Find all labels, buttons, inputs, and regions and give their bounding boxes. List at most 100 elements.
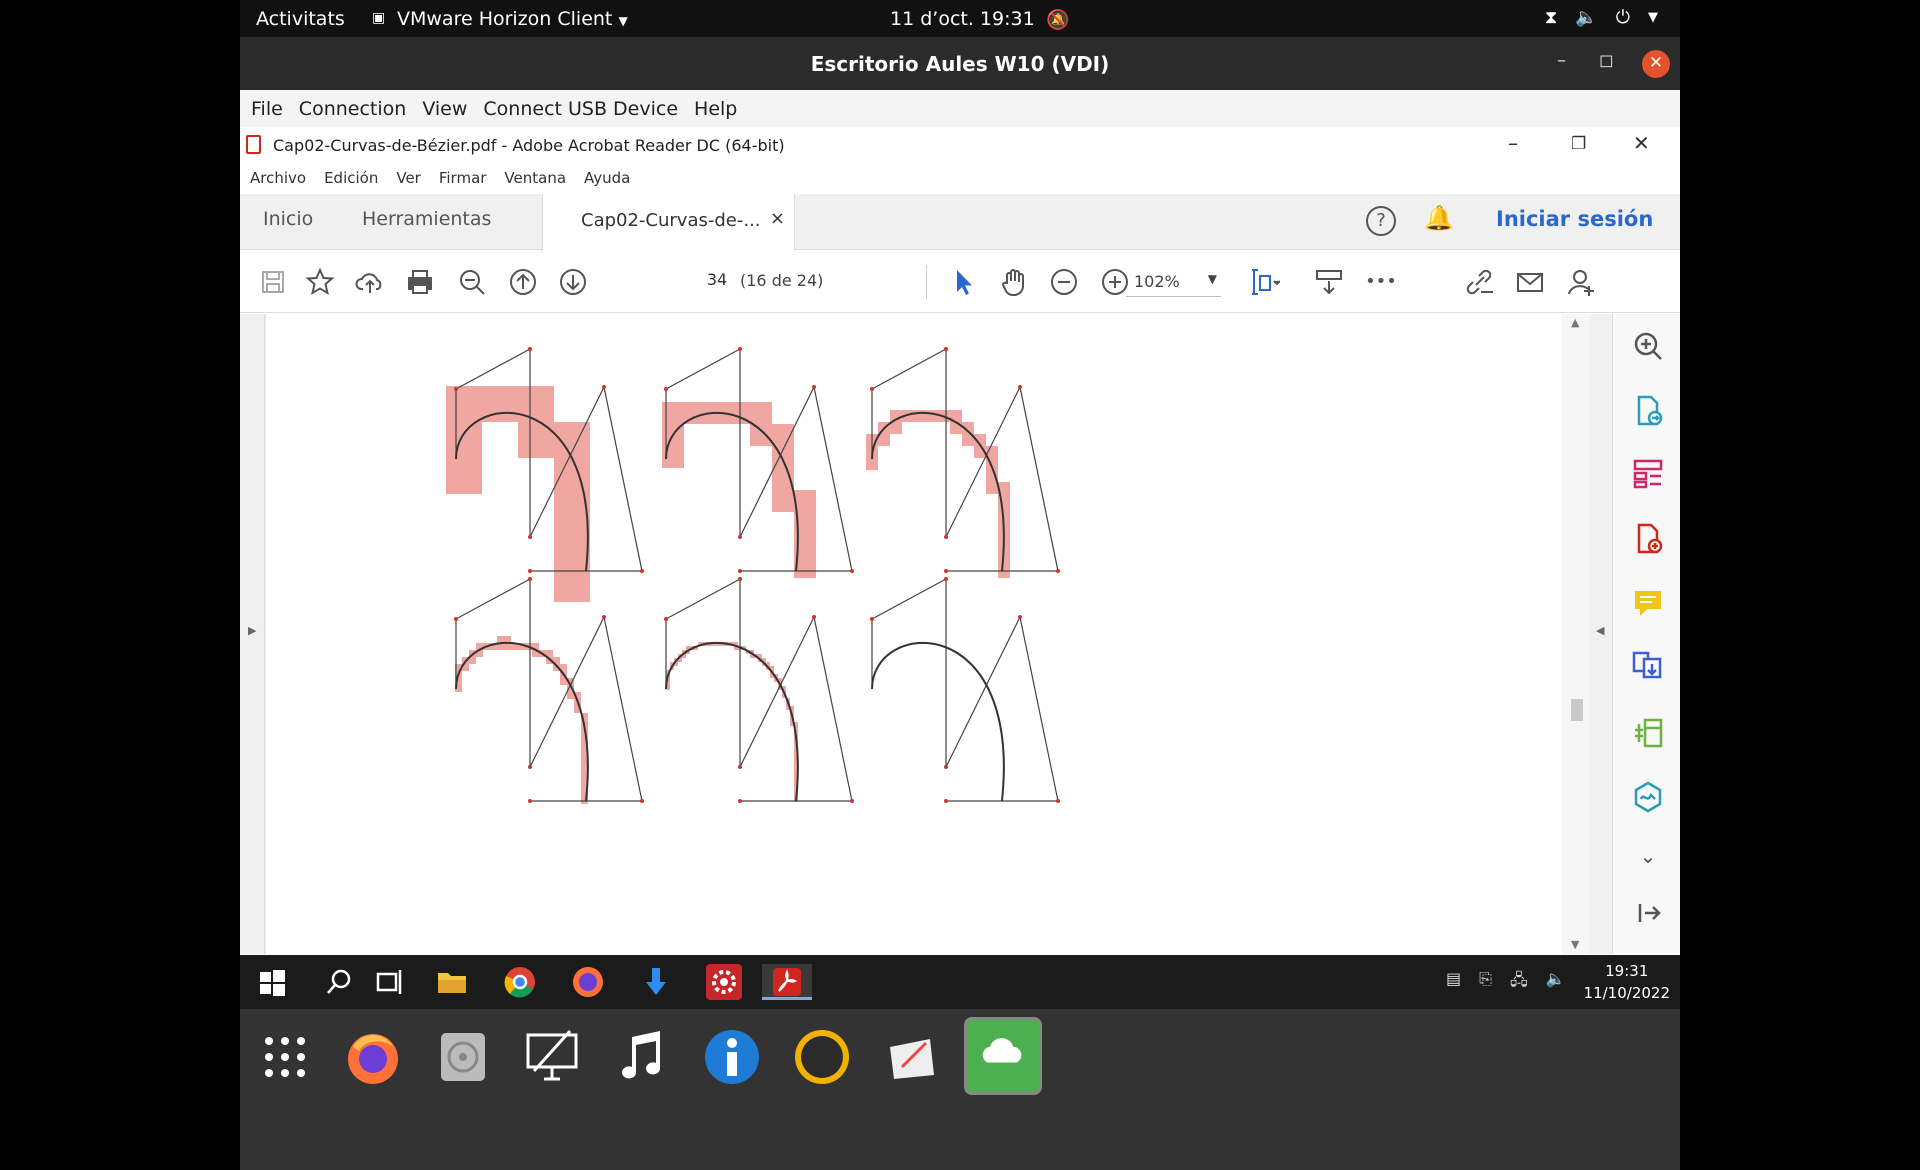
task-view-icon[interactable] xyxy=(372,964,408,1000)
menu-edicion[interactable]: Edición xyxy=(324,169,378,187)
close-icon[interactable]: ✕ xyxy=(1633,131,1650,155)
add-user-icon[interactable] xyxy=(1562,263,1600,301)
pdf-page[interactable] xyxy=(266,314,1562,954)
minimize-icon[interactable]: – xyxy=(1508,131,1518,155)
menu-archivo[interactable]: Archivo xyxy=(250,169,306,187)
gear-app-icon[interactable] xyxy=(706,964,742,1000)
menu-help[interactable]: Help xyxy=(694,98,737,120)
zoom-select[interactable]: 102% ▼ xyxy=(1126,267,1221,297)
control-point xyxy=(528,765,532,769)
create-pdf-icon[interactable] xyxy=(1631,522,1665,556)
bell-icon[interactable]: 🔔 xyxy=(1424,204,1454,232)
send-signature-icon[interactable] xyxy=(1631,780,1665,814)
windows-tray[interactable]: ▤ ⎘ 🖧 🔈 xyxy=(1446,969,1566,996)
left-panel-toggle[interactable]: ▶ xyxy=(240,314,265,954)
app-menu[interactable]: VMware Horizon Client ▼ xyxy=(397,8,628,30)
minimize-icon[interactable]: – xyxy=(1557,50,1566,71)
help-icon[interactable]: ? xyxy=(1366,206,1396,236)
zoom-tool-icon[interactable] xyxy=(1631,329,1665,363)
firefox-icon[interactable] xyxy=(570,964,606,1000)
vertical-scrollbar[interactable]: ▲ ▼ xyxy=(1562,314,1590,954)
restore-icon[interactable]: ❐ xyxy=(1571,134,1586,154)
bezier-panel xyxy=(662,347,854,578)
pixel-cell xyxy=(567,692,574,699)
chrome-icon[interactable] xyxy=(502,964,538,1000)
acrobat-titlebar[interactable]: Cap02-Curvas-de-Bézier.pdf - Adobe Acrob… xyxy=(240,127,1680,163)
maximize-icon[interactable]: ◻ xyxy=(1599,50,1614,71)
bezier-curve xyxy=(455,641,589,802)
email-icon[interactable] xyxy=(1511,263,1549,301)
vm-titlebar[interactable]: Escritorio Aules W10 (VDI) – ◻ ✕ xyxy=(240,37,1680,90)
share-link-icon[interactable] xyxy=(1460,263,1498,301)
bezier-figure xyxy=(446,347,1060,804)
cau-icon[interactable] xyxy=(792,1027,852,1087)
scroll-up-icon[interactable]: ▲ xyxy=(1571,316,1579,329)
menu-connect-usb[interactable]: Connect USB Device xyxy=(483,98,678,120)
info-icon[interactable] xyxy=(702,1027,762,1087)
menu-firmar[interactable]: Firmar xyxy=(439,169,487,187)
control-point xyxy=(602,615,606,619)
firefox-icon[interactable] xyxy=(343,1027,403,1087)
scroll-thumb[interactable] xyxy=(1571,699,1583,721)
collapse-panel-icon[interactable] xyxy=(1631,896,1665,930)
expand-right-icon: ▶ xyxy=(248,624,257,637)
app-grid-icon[interactable] xyxy=(255,1027,315,1087)
organize-pages-icon[interactable] xyxy=(1631,457,1665,491)
clock[interactable]: 11 d’oct. 19:31 xyxy=(890,8,1035,30)
music-icon[interactable] xyxy=(612,1027,672,1087)
pixel-cell xyxy=(750,402,772,424)
print-icon[interactable] xyxy=(401,263,439,301)
scroll-mode-icon[interactable] xyxy=(1310,263,1348,301)
tab-close-icon[interactable]: × xyxy=(770,208,785,229)
menu-view[interactable]: View xyxy=(422,98,467,120)
select-arrow-icon[interactable] xyxy=(944,263,982,301)
tab-herramientas[interactable]: Herramientas xyxy=(362,208,491,230)
sign-in-link[interactable]: Iniciar sesión xyxy=(1496,207,1653,231)
menu-ver[interactable]: Ver xyxy=(396,169,421,187)
control-point xyxy=(944,577,948,581)
windows-start-icon[interactable] xyxy=(254,964,290,1000)
zoom-out-icon[interactable] xyxy=(1045,263,1083,301)
file-explorer-icon[interactable] xyxy=(434,964,470,1000)
zoom-out-search-icon[interactable] xyxy=(453,263,491,301)
disk-icon[interactable] xyxy=(433,1027,493,1087)
acrobat-taskbar-icon[interactable] xyxy=(762,964,812,1000)
right-panel-toggle[interactable]: ◀ xyxy=(1590,314,1612,954)
star-icon[interactable] xyxy=(301,263,339,301)
page-count-label: (16 de 24) xyxy=(740,271,824,290)
menu-ventana[interactable]: Ventana xyxy=(504,169,566,187)
more-tools-icon[interactable]: ••• xyxy=(1362,263,1400,301)
previous-page-icon[interactable] xyxy=(504,263,542,301)
remote-desktop-icon[interactable] xyxy=(522,1027,582,1087)
fit-page-icon[interactable] xyxy=(1245,263,1283,301)
vmware-app-icon: ▣ xyxy=(372,10,386,26)
save-icon[interactable] xyxy=(254,263,292,301)
upload-cloud-icon[interactable] xyxy=(351,263,389,301)
toolbar-divider xyxy=(926,265,927,299)
acrobat-tabbar: Inicio Herramientas Cap02-Curvas-de-... … xyxy=(240,194,1680,251)
close-icon[interactable]: ✕ xyxy=(1642,50,1670,78)
system-tray[interactable]: ⧗ 🔈 ⏻ ▼ xyxy=(1545,7,1658,28)
menu-connection[interactable]: Connection xyxy=(299,98,407,120)
edit-pdf-icon[interactable] xyxy=(1631,716,1665,750)
menu-file[interactable]: File xyxy=(251,98,283,120)
scroll-down-icon[interactable]: ▼ xyxy=(1571,938,1579,951)
menu-ayuda[interactable]: Ayuda xyxy=(584,169,630,187)
combine-files-icon[interactable] xyxy=(1631,650,1665,684)
windows-clock[interactable]: 19:31 11/10/2022 xyxy=(1584,960,1670,1004)
cloud-app-icon[interactable] xyxy=(964,1017,1042,1095)
tab-document[interactable]: Cap02-Curvas-de-... × xyxy=(542,194,795,251)
comment-icon[interactable] xyxy=(1631,586,1665,620)
download-icon[interactable] xyxy=(638,964,674,1000)
chevron-down-icon[interactable]: ⌄ xyxy=(1631,844,1665,878)
hand-icon[interactable] xyxy=(995,263,1033,301)
next-page-icon[interactable] xyxy=(554,263,592,301)
search-icon[interactable] xyxy=(322,964,358,1000)
caret-down-icon: ▼ xyxy=(618,14,628,28)
screenshot-icon[interactable] xyxy=(882,1027,942,1087)
activities-button[interactable]: Activitats xyxy=(256,8,345,30)
page-number-input[interactable]: 34 xyxy=(694,270,740,296)
tab-inicio[interactable]: Inicio xyxy=(263,208,313,230)
pixel-cell xyxy=(446,422,482,458)
export-pdf-icon[interactable] xyxy=(1631,394,1665,428)
